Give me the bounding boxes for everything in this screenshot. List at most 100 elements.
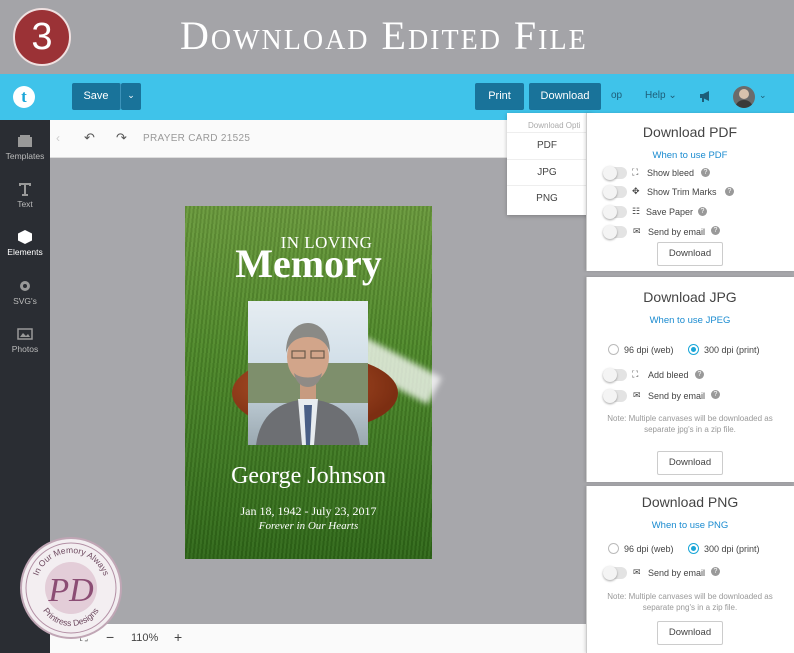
option-send-by-email: Send by email — [648, 568, 706, 578]
toggle-send-by-email-png[interactable] — [603, 566, 627, 580]
help-icon[interactable]: ? — [695, 370, 704, 379]
elements-icon — [18, 230, 32, 244]
toggle-show-trim-marks[interactable] — [603, 185, 627, 199]
user-avatar-icon — [735, 89, 753, 108]
save-button[interactable]: Save — [72, 83, 121, 110]
sidebar-item-text[interactable]: Text — [0, 182, 50, 209]
trim-marks-icon: ✥ — [632, 186, 640, 196]
download-pdf-button[interactable]: Download — [657, 242, 723, 266]
portrait-image — [248, 323, 368, 445]
link-when-to-use-jpeg[interactable]: When to use JPEG — [586, 315, 794, 326]
chevron-down-icon: ⌄ — [127, 90, 135, 100]
portrait-photo[interactable] — [248, 301, 368, 445]
download-jpg-button[interactable]: Download — [657, 451, 723, 475]
toggle-send-by-email-jpg[interactable] — [603, 389, 627, 403]
text-icon — [19, 183, 31, 196]
sidebar-item-label: Elements — [7, 247, 43, 257]
option-show-trim-marks: Show Trim Marks — [647, 187, 717, 197]
envelope-icon: ✉ — [633, 567, 641, 577]
option-add-bleed: Add bleed — [648, 370, 689, 380]
toggle-add-bleed[interactable] — [603, 368, 627, 382]
app-logo[interactable]: t — [13, 86, 35, 108]
photo-icon — [17, 328, 33, 340]
help-icon[interactable]: ? — [701, 168, 710, 177]
toggle-save-paper[interactable] — [603, 205, 627, 219]
label-96-dpi: 96 dpi (web) — [624, 544, 674, 554]
step-badge: 3 — [13, 8, 71, 66]
download-png-button[interactable]: Download — [657, 621, 723, 645]
card-subtitle[interactable]: Forever in Our Hearts — [185, 520, 432, 532]
toggle-show-bleed[interactable] — [603, 166, 627, 180]
document-name[interactable]: PRAYER CARD 21525 — [143, 133, 250, 144]
radio-300-dpi-png[interactable] — [688, 543, 699, 554]
help-menu[interactable]: Help ⌄ — [645, 90, 677, 101]
radio-96-dpi-jpg[interactable] — [608, 344, 619, 355]
panel-title-jpg: Download JPG — [643, 289, 737, 305]
download-option-jpg[interactable]: JPG — [507, 167, 587, 178]
radio-300-dpi-jpg[interactable] — [688, 344, 699, 355]
watermark-seal: In Our Memory Always Printress Designs P… — [20, 537, 122, 639]
download-option-png[interactable]: PNG — [507, 193, 587, 204]
radio-96-dpi-png[interactable] — [608, 543, 619, 554]
sidebar-item-svgs[interactable]: SVG's — [0, 279, 50, 306]
panel-title-png: Download PNG — [641, 494, 739, 510]
bleed-icon: ⛶ — [632, 369, 639, 379]
card-dates[interactable]: Jan 18, 1942 - July 23, 2017 — [185, 504, 432, 519]
download-options-heading: Download Opti — [528, 121, 581, 130]
grid-icon: ☷ — [632, 206, 641, 216]
templates-icon — [18, 135, 32, 147]
envelope-icon: ✉ — [633, 226, 641, 236]
sidebar-item-label: Templates — [5, 151, 45, 161]
editor-toolbar — [50, 120, 586, 158]
divider — [507, 159, 587, 160]
save-dropdown-button[interactable]: ⌄ — [121, 83, 141, 110]
chevron-down-icon[interactable]: ⌄ — [759, 90, 767, 101]
toggle-send-by-email-pdf[interactable] — [603, 225, 627, 239]
note-multiple-canvases: Note: Multiple canvases will be download… — [607, 414, 773, 434]
panel-title-pdf: Download PDF — [642, 124, 738, 140]
zoom-level: 110% — [131, 632, 159, 644]
link-when-to-use-pdf[interactable]: When to use PDF — [586, 150, 794, 161]
megaphone-icon[interactable] — [699, 89, 713, 103]
help-icon[interactable]: ? — [725, 187, 734, 196]
chevron-down-icon: ⌄ — [668, 90, 677, 101]
svg-text:PD: PD — [47, 572, 94, 609]
option-send-by-email: Send by email — [648, 227, 706, 237]
banner-title: Download Edited File — [180, 13, 588, 58]
print-button[interactable]: Print — [475, 83, 524, 110]
chevron-left-icon[interactable]: ‹ — [56, 131, 60, 145]
divider — [507, 132, 587, 133]
option-show-bleed: Show bleed — [647, 168, 695, 178]
card-person-name[interactable]: George Johnson — [185, 463, 432, 490]
sidebar-item-photos[interactable]: Photos — [0, 327, 50, 354]
envelope-icon: ✉ — [633, 390, 641, 400]
label-300-dpi: 300 dpi (print) — [704, 345, 760, 355]
help-icon[interactable]: ? — [711, 226, 720, 235]
header-menu-op[interactable]: op — [611, 90, 622, 101]
option-send-by-email: Send by email — [648, 391, 706, 401]
gear-icon — [20, 281, 30, 291]
help-label: Help — [645, 90, 666, 101]
note-multiple-canvases: Note: Multiple canvases will be download… — [607, 592, 773, 612]
undo-icon[interactable]: ↶ — [84, 130, 95, 146]
divider — [507, 185, 587, 186]
redo-icon[interactable]: ↷ — [116, 130, 127, 146]
sidebar-item-label: Text — [17, 199, 33, 209]
help-icon[interactable]: ? — [711, 567, 720, 576]
download-option-pdf[interactable]: PDF — [507, 140, 587, 151]
avatar[interactable] — [733, 86, 755, 108]
option-save-paper: Save Paper — [646, 207, 694, 217]
label-96-dpi: 96 dpi (web) — [624, 345, 674, 355]
label-300-dpi: 300 dpi (print) — [704, 544, 760, 554]
sidebar-item-templates[interactable]: Templates — [0, 134, 50, 161]
sidebar-item-label: SVG's — [13, 296, 37, 306]
zoom-in-button[interactable]: + — [174, 629, 182, 645]
download-button[interactable]: Download — [529, 83, 601, 110]
sidebar-item-elements[interactable]: Elements — [0, 230, 50, 257]
link-when-to-use-png[interactable]: When to use PNG — [586, 520, 794, 531]
card-heading[interactable]: Memory — [185, 240, 432, 287]
help-icon[interactable]: ? — [698, 207, 707, 216]
help-icon[interactable]: ? — [711, 390, 720, 399]
sidebar-item-label: Photos — [11, 344, 39, 354]
bleed-icon: ⛶ — [632, 167, 639, 177]
